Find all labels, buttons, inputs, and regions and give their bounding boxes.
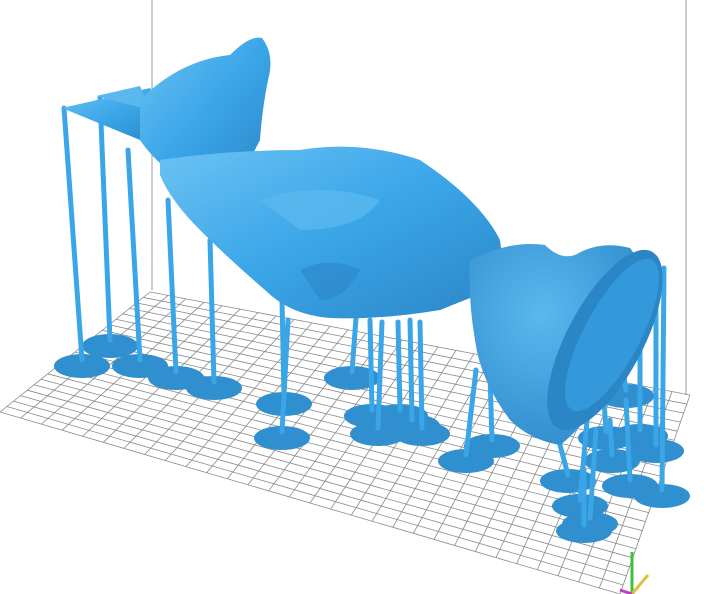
axis-gizmo bbox=[619, 552, 650, 594]
support-pillar bbox=[125, 147, 143, 363]
support-pillar bbox=[407, 317, 415, 423]
support-pillar bbox=[349, 315, 359, 375]
support-pillar bbox=[367, 317, 375, 413]
support-pillar bbox=[607, 417, 615, 458]
3d-viewport[interactable] bbox=[0, 0, 720, 594]
scene-canvas[interactable] bbox=[0, 0, 720, 594]
support-pillar bbox=[61, 105, 85, 363]
support-pillar bbox=[97, 95, 113, 343]
support-pillar bbox=[417, 319, 425, 431]
support-pillar bbox=[659, 265, 667, 493]
support-pillar bbox=[395, 319, 403, 413]
